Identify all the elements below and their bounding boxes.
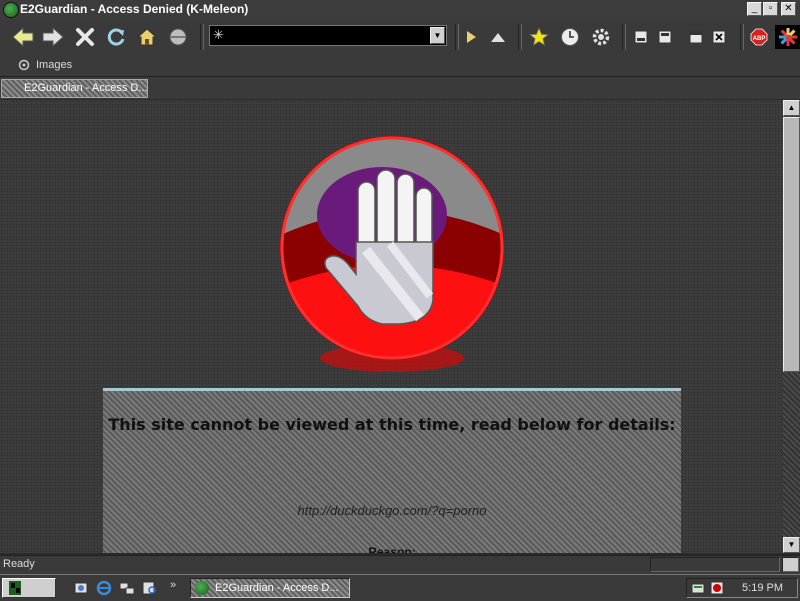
url-input[interactable] — [228, 26, 428, 45]
denial-panel: This site cannot be viewed at this time,… — [103, 388, 681, 553]
scroll-up-button[interactable]: ▲ — [783, 100, 800, 116]
url-bar[interactable]: ✳ ▼ — [209, 25, 447, 46]
navigation-toolbar: ✳ ▼ ABP — [0, 20, 800, 55]
back-button[interactable] — [10, 25, 36, 49]
status-bar: Ready — [0, 555, 800, 574]
settings-icon — [592, 28, 610, 46]
window-title: E2Guardian - Access Denied (K-Meleon) — [20, 2, 249, 16]
close-button[interactable]: ✕ — [781, 2, 796, 16]
restore-doc-button[interactable] — [654, 25, 676, 49]
restore-doc-icon — [658, 30, 672, 44]
system-tray: 5:19 PM — [686, 578, 798, 598]
kmeleon-icon — [195, 581, 209, 595]
blocked-url: http://duckduckgo.com/?q=porno — [297, 503, 487, 518]
throbber-small-icon: ✳ — [213, 27, 224, 42]
scroll-thumb[interactable] — [783, 117, 800, 372]
close-doc-button[interactable] — [708, 25, 730, 49]
quicklaunch-ie[interactable] — [95, 579, 113, 597]
network-icon — [119, 582, 135, 595]
go-icon — [467, 31, 476, 43]
svg-text:ABP: ABP — [753, 36, 766, 42]
tab-bar: E2Guardian - Access D... — [0, 77, 800, 99]
up-icon — [491, 33, 505, 42]
stop-icon — [76, 28, 94, 46]
internet-explorer-icon — [96, 580, 112, 596]
home-icon — [136, 28, 158, 46]
status-text: Ready — [3, 558, 35, 570]
bookmark-images[interactable]: Images — [18, 57, 72, 73]
reason-label: Reason: — [368, 545, 416, 553]
history-icon — [561, 28, 579, 46]
stop-hand-icon — [280, 136, 504, 372]
bookmark-label: Images — [36, 59, 73, 71]
show-desktop-icon — [74, 582, 88, 594]
search-icon — [169, 28, 187, 46]
forward-icon — [42, 26, 64, 48]
adblock-button[interactable]: ABP — [748, 25, 770, 49]
bookmarks-button[interactable] — [526, 25, 552, 49]
home-button[interactable] — [134, 25, 160, 49]
denial-heading: This site cannot be viewed at this time,… — [108, 415, 676, 434]
title-bar: E2Guardian - Access Denied (K-Meleon) _ … — [0, 0, 800, 20]
toolbar-separator — [455, 24, 459, 50]
quicklaunch-desktop[interactable] — [72, 579, 90, 597]
minimize-button[interactable]: _ — [747, 2, 762, 16]
reload-icon — [107, 28, 125, 46]
history-button[interactable] — [557, 25, 583, 49]
stop-button[interactable] — [72, 25, 98, 49]
tray-network-icon[interactable] — [691, 580, 707, 596]
new-window-button[interactable] — [685, 25, 707, 49]
reload-button[interactable] — [103, 25, 129, 49]
toolbar-separator — [200, 24, 204, 50]
bookmarks-icon — [528, 26, 550, 47]
back-icon — [12, 26, 34, 48]
quicklaunch-network[interactable] — [118, 579, 136, 597]
tray-security-icon[interactable] — [709, 580, 725, 596]
quicklaunch-overflow[interactable]: » — [170, 579, 176, 591]
close-doc-icon — [712, 30, 726, 44]
preferences-button[interactable] — [588, 25, 614, 49]
status-pane — [650, 557, 780, 572]
throbber-icon — [778, 28, 797, 46]
new-window-icon — [689, 31, 703, 44]
forward-button[interactable] — [40, 25, 66, 49]
app-icon — [3, 2, 19, 18]
resize-grip[interactable] — [782, 557, 799, 572]
search-files-icon — [142, 581, 156, 595]
taskbar: » E2Guardian - Access D... 5:19 PM — [0, 574, 800, 601]
activity-throbber — [775, 25, 800, 49]
images-icon — [18, 59, 30, 71]
tab-label: E2Guardian - Access D... — [24, 82, 148, 94]
scroll-down-button[interactable]: ▼ — [783, 537, 800, 553]
tab-e2guardian[interactable]: E2Guardian - Access D... — [1, 79, 148, 98]
up-button[interactable] — [485, 25, 511, 49]
clock: 5:19 PM — [742, 582, 783, 594]
url-dropdown-button[interactable]: ▼ — [430, 27, 445, 44]
quicklaunch-search[interactable] — [141, 579, 159, 597]
go-button[interactable] — [461, 25, 481, 49]
vertical-scrollbar[interactable]: ▲ ▼ — [783, 100, 800, 553]
toolbar-separator — [518, 24, 522, 50]
maximize-button[interactable]: ▫ — [763, 2, 778, 16]
taskbar-item-label: E2Guardian - Access D... — [215, 582, 339, 594]
minimize-doc-icon — [634, 30, 648, 44]
taskbar-item-e2guardian[interactable]: E2Guardian - Access D... — [190, 578, 350, 598]
start-icon — [9, 581, 21, 595]
search-button[interactable] — [165, 25, 191, 49]
bookmarks-bar: Images — [0, 54, 800, 77]
page-content: This site cannot be viewed at this time,… — [0, 100, 783, 553]
minimize-doc-button[interactable] — [630, 25, 652, 49]
adblock-icon: ABP — [750, 28, 768, 46]
start-button[interactable] — [2, 578, 56, 598]
toolbar-separator — [622, 24, 626, 50]
toolbar-separator — [740, 24, 744, 50]
